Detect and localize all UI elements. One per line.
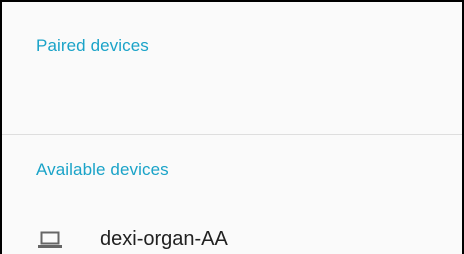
laptop-icon bbox=[38, 230, 62, 248]
bluetooth-devices-panel: Paired devices Available devices dexi-or… bbox=[0, 0, 464, 254]
device-name: dexi-organ-AA bbox=[100, 228, 228, 250]
device-item-dexi-organ-aa[interactable]: dexi-organ-AA bbox=[2, 210, 462, 254]
section-divider bbox=[2, 134, 462, 135]
available-devices-header: Available devices bbox=[36, 160, 169, 179]
paired-devices-header: Paired devices bbox=[36, 36, 149, 55]
